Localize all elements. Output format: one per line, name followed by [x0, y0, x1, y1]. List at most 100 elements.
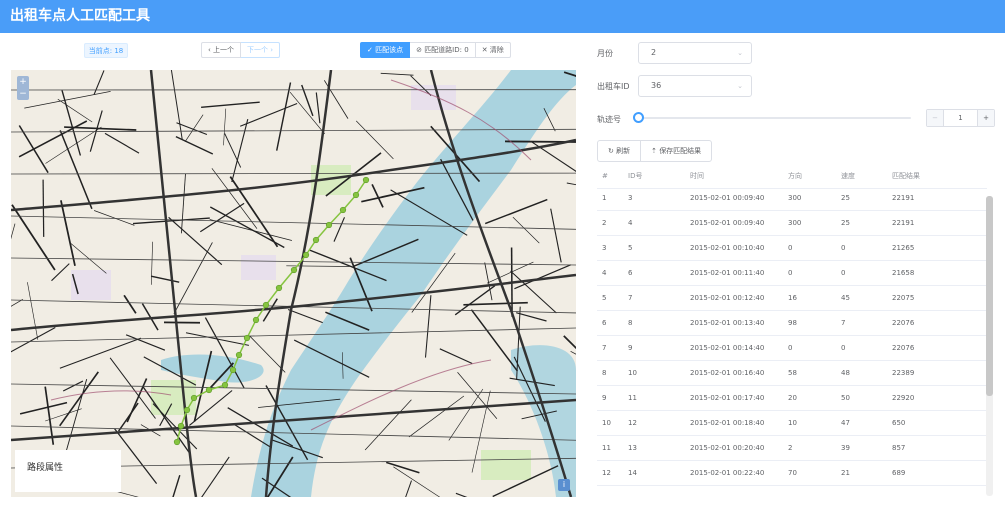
table-row[interactable]: 10 12 2015-02-01 00:18:40 10 47 650 [597, 411, 987, 436]
track-slider-handle[interactable] [633, 112, 644, 123]
table-cell: 2015-02-01 00:20:40 [690, 444, 765, 452]
check-icon: ✓ [367, 46, 376, 54]
track-point[interactable] [252, 316, 260, 324]
table-row[interactable]: 1 3 2015-02-01 00:09:40 300 25 22191 [597, 186, 987, 211]
table-cell: 8 [628, 319, 633, 327]
match-point-button[interactable]: ✓ 匹配该点 [360, 42, 411, 58]
table-cell: 3 [602, 244, 607, 252]
table-cell: 7 [841, 319, 846, 327]
table-row[interactable]: 8 10 2015-02-01 00:16:40 58 48 22389 [597, 361, 987, 386]
table-cell: 22191 [892, 219, 915, 227]
prev-next-group: ‹ 上一个 下一个 › [201, 42, 281, 58]
track-point[interactable] [229, 366, 237, 374]
map-canvas[interactable] [11, 70, 576, 497]
table-cell: 22389 [892, 369, 915, 377]
table-row[interactable]: 6 8 2015-02-01 00:13:40 98 7 22076 [597, 311, 987, 336]
table-cell: 2015-02-01 00:14:40 [690, 344, 765, 352]
table-cell: 58 [788, 369, 797, 377]
map-view[interactable]: + − 路段属性 i [11, 70, 576, 497]
table-cell: 650 [892, 419, 906, 427]
refresh-button[interactable]: ↻ 刷新 [598, 141, 640, 161]
track-point[interactable] [262, 301, 270, 309]
zoom-out-button[interactable]: − [17, 88, 29, 100]
table-cell: 300 [788, 194, 802, 202]
track-stepper[interactable]: − 1 + [926, 109, 995, 127]
track-point[interactable] [275, 284, 283, 292]
table-cell: 12 [628, 419, 637, 427]
track-point[interactable] [190, 394, 198, 402]
table-row[interactable]: 11 13 2015-02-01 00:20:40 2 39 857 [597, 436, 987, 461]
table-cell: 0 [788, 244, 793, 252]
matched-road-label: 匹配道路ID: 0 [424, 46, 469, 54]
track-point[interactable] [235, 351, 243, 359]
taxi-id-select[interactable]: 36 ⌄ [638, 75, 752, 97]
table-row[interactable]: 12 14 2015-02-01 00:22:40 70 21 689 [597, 461, 987, 486]
table-cell: 22920 [892, 394, 915, 402]
track-point[interactable] [362, 176, 370, 184]
table-cell: 11 [628, 394, 637, 402]
table-cell: 98 [788, 319, 797, 327]
track-point[interactable] [205, 386, 213, 394]
table-cell: 2015-02-01 00:17:40 [690, 394, 765, 402]
table-cell: 10 [628, 369, 637, 377]
track-point[interactable] [183, 406, 191, 414]
track-point[interactable] [177, 422, 185, 430]
chevron-down-icon: ⌄ [737, 49, 743, 57]
table-cell: 21 [841, 469, 850, 477]
track-point[interactable] [352, 191, 360, 199]
track-point[interactable] [173, 438, 181, 446]
table-row[interactable]: 4 6 2015-02-01 00:11:40 0 0 21658 [597, 261, 987, 286]
clear-button[interactable]: ✕ 清除 [475, 42, 511, 58]
table-cell: 7 [628, 294, 633, 302]
table-cell: 5 [628, 244, 633, 252]
track-point[interactable] [302, 251, 310, 259]
table-cell: 22076 [892, 344, 915, 352]
save-results-label: 保存匹配结果 [659, 147, 702, 155]
track-point[interactable] [339, 206, 347, 214]
month-label: 月份 [597, 49, 613, 58]
prev-button[interactable]: ‹ 上一个 [201, 42, 242, 58]
table-row[interactable]: 2 4 2015-02-01 00:09:40 300 25 22191 [597, 211, 987, 236]
month-select[interactable]: 2 ⌄ [638, 42, 752, 64]
table-cell: 9 [602, 394, 607, 402]
table-cell: 300 [788, 219, 802, 227]
table-cell: 2015-02-01 00:11:40 [690, 269, 765, 277]
upload-icon: ⇡ [651, 147, 660, 155]
table-cell: 22076 [892, 319, 915, 327]
table-cell: 0 [841, 344, 846, 352]
table-scrollbar-thumb[interactable] [986, 196, 993, 396]
table-cell: 9 [628, 344, 633, 352]
table-cell: 47 [841, 419, 850, 427]
table-cell: 14 [628, 469, 637, 477]
match-action-group: ✓ 匹配该点 ⊘ 匹配道路ID: 0 ✕ 清除 [360, 42, 511, 58]
table-cell: 6 [602, 319, 607, 327]
table-row[interactable]: 7 9 2015-02-01 00:14:40 0 0 22076 [597, 336, 987, 361]
table-cell: 1 [602, 194, 607, 202]
table-cell: 2015-02-01 00:22:40 [690, 469, 765, 477]
track-point[interactable] [312, 236, 320, 244]
table-row[interactable]: 5 7 2015-02-01 00:12:40 16 45 22075 [597, 286, 987, 311]
table-cell: 0 [841, 244, 846, 252]
chevron-right-icon: › [268, 46, 274, 54]
save-results-button[interactable]: ⇡ 保存匹配结果 [640, 141, 711, 161]
track-value[interactable]: 1 [944, 110, 977, 126]
next-button[interactable]: 下一个 › [241, 42, 281, 58]
track-point[interactable] [325, 221, 333, 229]
track-point[interactable] [221, 381, 229, 389]
track-point[interactable] [290, 266, 298, 274]
table-cell: 12 [602, 469, 611, 477]
table-actions: ↻ 刷新 ⇡ 保存匹配结果 [597, 140, 713, 162]
info-icon[interactable]: i [558, 479, 570, 491]
table-cell: 0 [788, 269, 793, 277]
track-slider[interactable] [638, 117, 911, 119]
decrement-button[interactable]: − [927, 110, 944, 126]
increment-button[interactable]: + [977, 110, 994, 126]
zoom-in-button[interactable]: + [17, 76, 29, 88]
table-cell: 2015-02-01 00:12:40 [690, 294, 765, 302]
table-cell: 21265 [892, 244, 915, 252]
table-cell: 21658 [892, 269, 915, 277]
table-row[interactable]: 3 5 2015-02-01 00:10:40 0 0 21265 [597, 236, 987, 261]
track-point[interactable] [243, 334, 251, 342]
month-value: 2 [651, 48, 657, 57]
table-row[interactable]: 9 11 2015-02-01 00:17:40 20 50 22920 [597, 386, 987, 411]
